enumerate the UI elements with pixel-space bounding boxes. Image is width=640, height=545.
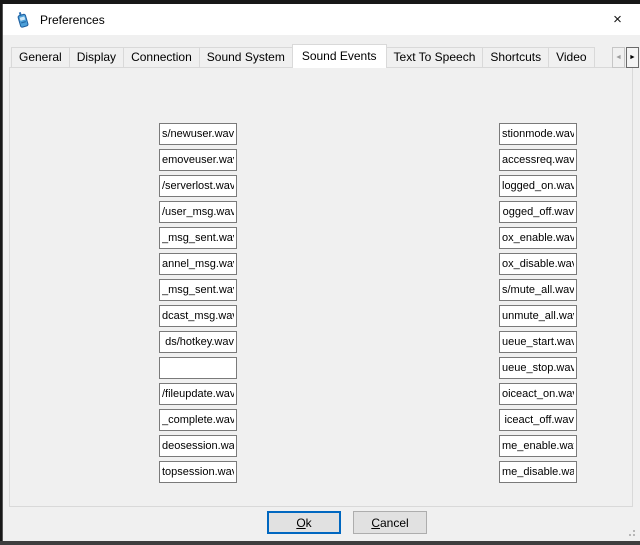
- sound-file-input[interactable]: [159, 357, 237, 379]
- sound-file-input[interactable]: [159, 201, 237, 223]
- close-button[interactable]: ×: [595, 4, 640, 35]
- resize-grip[interactable]: [625, 526, 635, 536]
- sound-file-input[interactable]: [159, 253, 237, 275]
- sound-file-input[interactable]: [159, 409, 237, 431]
- tab-label: Text To Speech: [394, 50, 476, 64]
- arrow-right-icon: ►: [629, 54, 636, 61]
- sound-file-input[interactable]: [499, 175, 577, 197]
- sound-file-input[interactable]: [499, 435, 577, 457]
- sound-file-input[interactable]: [159, 149, 237, 171]
- arrow-left-icon: ◄: [615, 54, 622, 61]
- tab-scroll-left-button[interactable]: ◄: [612, 47, 625, 68]
- cancel-button[interactable]: Cancel: [353, 511, 427, 534]
- close-icon: ×: [613, 11, 622, 28]
- sound-file-input[interactable]: [159, 279, 237, 301]
- tab-label: Connection: [131, 50, 192, 64]
- background-window-strip: [0, 541, 640, 545]
- teamtalk-app-icon: [14, 11, 31, 28]
- sound-file-input[interactable]: [159, 461, 237, 483]
- tab-label: Sound System: [207, 50, 285, 64]
- sound-file-input[interactable]: [159, 331, 237, 353]
- tab-video[interactable]: Video: [548, 47, 594, 68]
- sound-file-input[interactable]: [159, 123, 237, 145]
- tab-label: General: [19, 50, 62, 64]
- window-title: Preferences: [40, 13, 105, 27]
- sound-file-input[interactable]: [499, 227, 577, 249]
- sound-file-input[interactable]: [159, 175, 237, 197]
- tab-label: Sound Events: [302, 49, 377, 63]
- tab-sound-system[interactable]: Sound System: [199, 47, 293, 68]
- tab-general[interactable]: General: [11, 47, 70, 68]
- tab-scroll-controls: ◄ ►: [612, 47, 639, 68]
- tab-shortcuts[interactable]: Shortcuts: [482, 47, 549, 68]
- sound-file-input[interactable]: [159, 383, 237, 405]
- tab-bar: General Display Connection Sound System …: [11, 43, 611, 68]
- ok-button[interactable]: Ok: [267, 511, 341, 534]
- sound-file-input[interactable]: [499, 461, 577, 483]
- sound-file-input[interactable]: [499, 279, 577, 301]
- sound-file-input[interactable]: [159, 305, 237, 327]
- sound-file-input[interactable]: [159, 435, 237, 457]
- sound-file-input[interactable]: [499, 149, 577, 171]
- tab-label: Video: [556, 50, 586, 64]
- sound-file-input[interactable]: [499, 201, 577, 223]
- titlebar: Preferences ×: [3, 4, 640, 35]
- sound-file-input[interactable]: [499, 357, 577, 379]
- preferences-dialog: Preferences × General Display Connection…: [2, 4, 640, 541]
- sound-file-input[interactable]: [499, 123, 577, 145]
- tab-label: Display: [77, 50, 116, 64]
- sound-file-input[interactable]: [499, 305, 577, 327]
- sound-file-input[interactable]: [499, 383, 577, 405]
- sound-file-input[interactable]: [499, 409, 577, 431]
- tab-sound-events[interactable]: Sound Events: [292, 44, 387, 68]
- tab-label: Shortcuts: [490, 50, 541, 64]
- tab-scroll-right-button[interactable]: ►: [626, 47, 639, 68]
- sound-file-input[interactable]: [159, 227, 237, 249]
- sound-file-input[interactable]: [499, 331, 577, 353]
- tab-connection[interactable]: Connection: [123, 47, 200, 68]
- tab-text-to-speech[interactable]: Text To Speech: [386, 47, 484, 68]
- sound-file-input[interactable]: [499, 253, 577, 275]
- tab-display[interactable]: Display: [69, 47, 124, 68]
